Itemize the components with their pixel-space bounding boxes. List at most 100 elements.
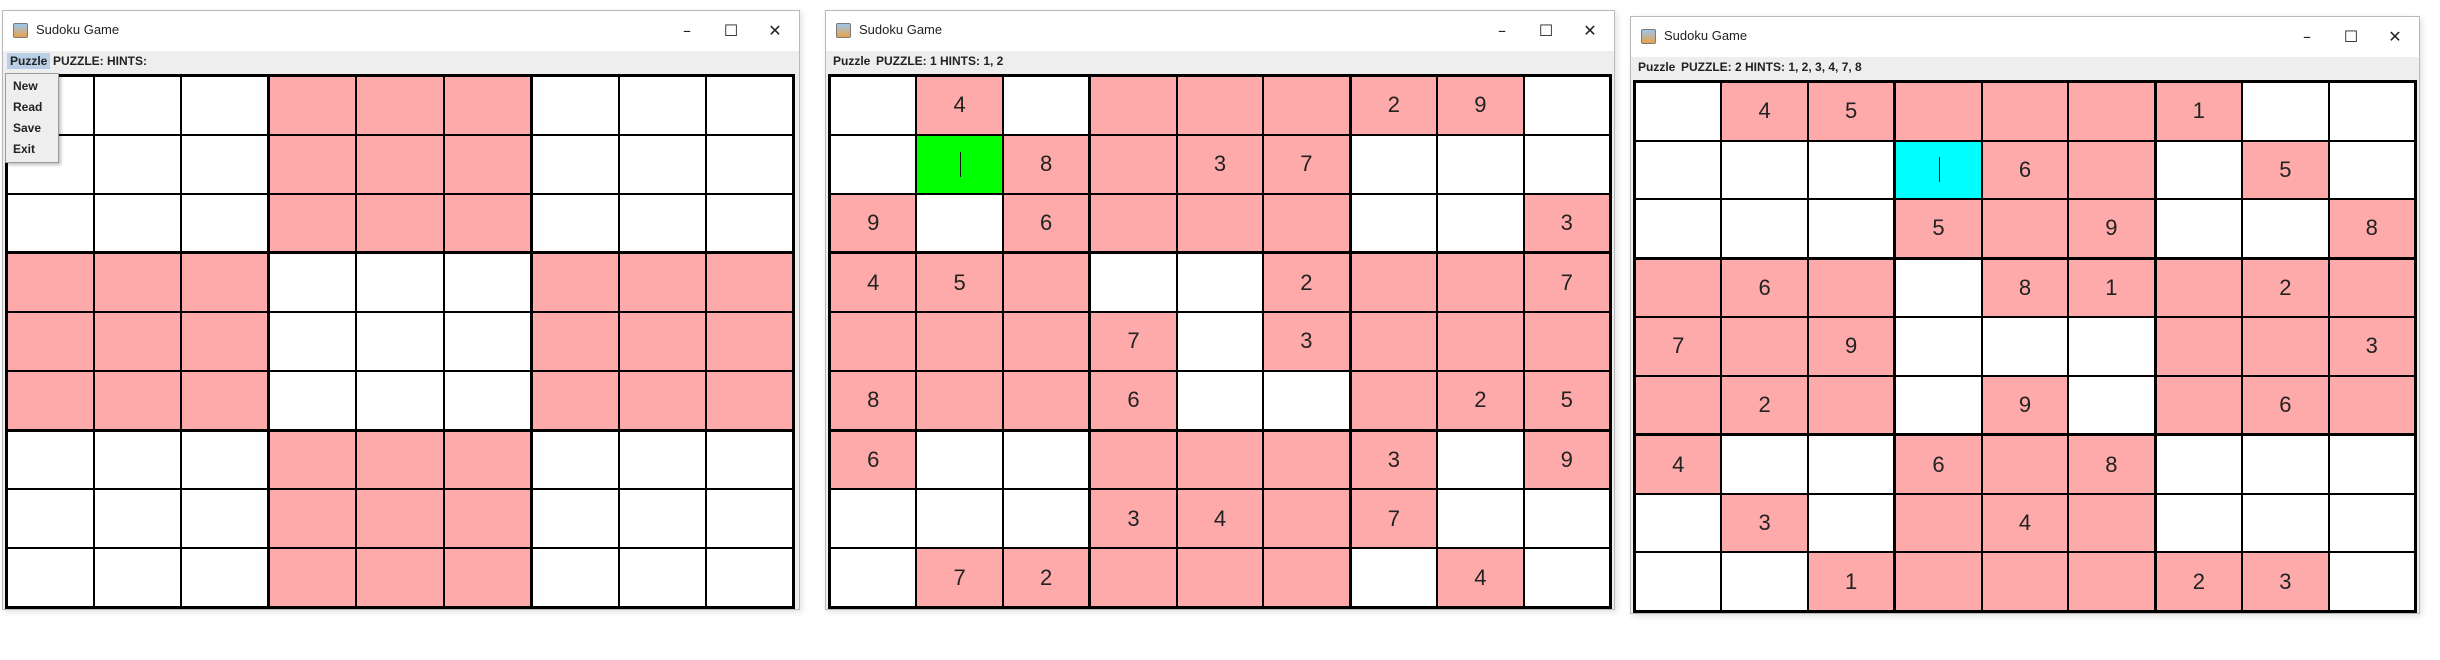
menu-item-new[interactable]: New bbox=[6, 76, 58, 97]
sudoku-cell[interactable] bbox=[917, 371, 1002, 429]
sudoku-cell[interactable] bbox=[619, 77, 705, 134]
sudoku-cell[interactable]: 7 bbox=[1264, 135, 1349, 193]
close-icon[interactable]: ✕ bbox=[2375, 23, 2415, 49]
sudoku-cell[interactable] bbox=[619, 431, 705, 489]
sudoku-cell[interactable] bbox=[182, 254, 268, 312]
sudoku-cell[interactable] bbox=[1808, 376, 1894, 434]
sudoku-cell[interactable] bbox=[1264, 194, 1349, 252]
sudoku-cell[interactable]: 4 bbox=[1177, 490, 1263, 548]
sudoku-cell[interactable]: 4 bbox=[1982, 494, 2068, 552]
sudoku-cell[interactable]: 7 bbox=[1636, 318, 1721, 375]
sudoku-cell[interactable] bbox=[270, 490, 356, 548]
sudoku-cell[interactable] bbox=[706, 135, 792, 193]
sudoku-cell[interactable] bbox=[95, 313, 181, 370]
sudoku-cell[interactable] bbox=[1351, 254, 1437, 312]
sudoku-cell[interactable] bbox=[270, 77, 356, 134]
sudoku-cell[interactable] bbox=[2156, 436, 2242, 493]
sudoku-cell[interactable] bbox=[182, 431, 268, 489]
sudoku-cell[interactable] bbox=[8, 431, 94, 489]
sudoku-cell[interactable]: 9 bbox=[2069, 200, 2154, 257]
sudoku-cell[interactable]: 1 bbox=[1808, 553, 1894, 610]
sudoku-cell[interactable] bbox=[2329, 259, 2414, 317]
sudoku-cell[interactable] bbox=[2156, 376, 2242, 434]
sudoku-cell[interactable]: 4 bbox=[917, 77, 1002, 134]
sudoku-cell[interactable]: 4 bbox=[831, 254, 916, 312]
sudoku-cell[interactable] bbox=[444, 490, 530, 548]
sudoku-cell[interactable] bbox=[532, 371, 618, 429]
sudoku-cell[interactable]: 9 bbox=[1438, 77, 1523, 134]
sudoku-cell[interactable] bbox=[2243, 494, 2328, 552]
sudoku-cell[interactable] bbox=[706, 313, 792, 370]
sudoku-cell[interactable] bbox=[2329, 494, 2414, 552]
sudoku-cell[interactable] bbox=[1091, 194, 1176, 252]
sudoku-cell[interactable] bbox=[357, 371, 443, 429]
sudoku-cell[interactable] bbox=[1808, 200, 1894, 257]
sudoku-cell[interactable] bbox=[444, 77, 530, 134]
sudoku-cell[interactable] bbox=[95, 135, 181, 193]
sudoku-cell[interactable] bbox=[270, 194, 356, 252]
sudoku-cell[interactable] bbox=[831, 549, 916, 606]
sudoku-cell[interactable] bbox=[2069, 494, 2154, 552]
sudoku-cell[interactable]: 9 bbox=[831, 194, 916, 252]
sudoku-cell[interactable] bbox=[532, 135, 618, 193]
close-icon[interactable]: ✕ bbox=[1570, 17, 1610, 43]
sudoku-cell[interactable] bbox=[444, 431, 530, 489]
sudoku-cell[interactable]: 8 bbox=[2069, 436, 2154, 493]
sudoku-cell[interactable] bbox=[1982, 436, 2068, 493]
sudoku-cell[interactable] bbox=[917, 194, 1002, 252]
sudoku-cell[interactable] bbox=[444, 313, 530, 370]
sudoku-cell[interactable] bbox=[831, 77, 916, 134]
sudoku-cell[interactable] bbox=[1091, 431, 1176, 489]
sudoku-cell[interactable] bbox=[2156, 141, 2242, 199]
sudoku-cell[interactable]: 5 bbox=[917, 254, 1002, 312]
sudoku-cell[interactable] bbox=[706, 77, 792, 134]
sudoku-cell[interactable] bbox=[1177, 194, 1263, 252]
sudoku-cell[interactable] bbox=[1003, 371, 1089, 429]
sudoku-cell[interactable] bbox=[1636, 376, 1721, 434]
maximize-icon[interactable]: ☐ bbox=[1526, 17, 1566, 43]
sudoku-cell[interactable]: 2 bbox=[2243, 259, 2328, 317]
sudoku-cell[interactable]: 9 bbox=[1524, 431, 1609, 489]
sudoku-cell[interactable] bbox=[2329, 83, 2414, 140]
sudoku-cell[interactable] bbox=[182, 194, 268, 252]
sudoku-cell[interactable]: 2 bbox=[1722, 376, 1807, 434]
sudoku-cell[interactable] bbox=[444, 371, 530, 429]
sudoku-cell[interactable] bbox=[1722, 318, 1807, 375]
sudoku-cell[interactable] bbox=[1524, 313, 1609, 370]
sudoku-cell[interactable] bbox=[1351, 371, 1437, 429]
sudoku-cell[interactable] bbox=[8, 254, 94, 312]
sudoku-cell[interactable] bbox=[706, 549, 792, 606]
sudoku-cell[interactable] bbox=[2156, 200, 2242, 257]
sudoku-cell[interactable] bbox=[1438, 135, 1523, 193]
sudoku-cell[interactable] bbox=[444, 549, 530, 606]
sudoku-cell[interactable] bbox=[706, 194, 792, 252]
sudoku-cell[interactable]: 8 bbox=[2329, 200, 2414, 257]
sudoku-cell[interactable] bbox=[917, 313, 1002, 370]
sudoku-cell[interactable] bbox=[1722, 200, 1807, 257]
sudoku-cell[interactable] bbox=[357, 431, 443, 489]
sudoku-cell[interactable] bbox=[1636, 200, 1721, 257]
sudoku-cell[interactable] bbox=[1003, 254, 1089, 312]
sudoku-cell[interactable] bbox=[95, 254, 181, 312]
sudoku-cell[interactable]: 3 bbox=[2329, 318, 2414, 375]
sudoku-cell[interactable] bbox=[2243, 83, 2328, 140]
minimize-icon[interactable]: – bbox=[667, 17, 707, 43]
sudoku-cell[interactable] bbox=[1351, 135, 1437, 193]
sudoku-cell[interactable] bbox=[357, 549, 443, 606]
sudoku-cell[interactable]: 4 bbox=[1438, 549, 1523, 606]
sudoku-cell[interactable] bbox=[1264, 549, 1349, 606]
sudoku-cell[interactable]: 1 bbox=[2069, 259, 2154, 317]
sudoku-cell[interactable] bbox=[1524, 549, 1609, 606]
sudoku-cell[interactable]: 5 bbox=[1896, 200, 1981, 257]
sudoku-cell[interactable] bbox=[8, 490, 94, 548]
sudoku-cell[interactable]: 6 bbox=[2243, 376, 2328, 434]
sudoku-cell[interactable]: 9 bbox=[1982, 376, 2068, 434]
sudoku-cell[interactable] bbox=[1438, 490, 1523, 548]
sudoku-cell[interactable] bbox=[182, 135, 268, 193]
sudoku-cell[interactable] bbox=[1003, 490, 1089, 548]
sudoku-cell[interactable]: 7 bbox=[917, 549, 1002, 606]
sudoku-cell[interactable] bbox=[1438, 313, 1523, 370]
sudoku-cell[interactable] bbox=[270, 313, 356, 370]
sudoku-cell[interactable] bbox=[619, 549, 705, 606]
sudoku-cell[interactable] bbox=[917, 431, 1002, 489]
